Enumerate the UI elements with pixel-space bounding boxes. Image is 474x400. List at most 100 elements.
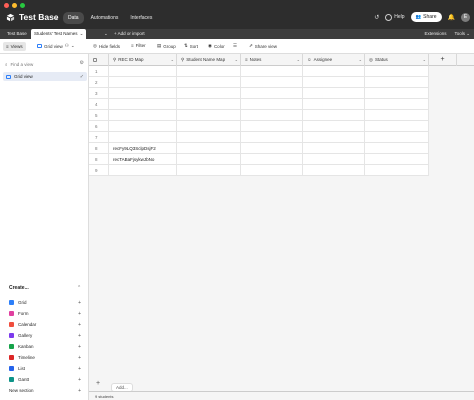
sort-button[interactable]: ⇅ Sort <box>184 43 198 49</box>
tab-test-base[interactable]: Test Base <box>4 29 30 39</box>
create-kanban-view[interactable]: Kanban + <box>0 341 89 352</box>
chevron-down-icon[interactable]: ⌄ <box>423 54 426 66</box>
base-title[interactable]: Test Base <box>19 12 59 22</box>
create-gallery-view[interactable]: Gallery + <box>0 330 89 341</box>
nav-interfaces[interactable]: Interfaces <box>125 12 157 24</box>
views-toggle-button[interactable]: ≡ Views <box>3 42 26 51</box>
cell-status[interactable] <box>365 121 429 132</box>
find-view-input[interactable]: Find a view <box>11 62 34 67</box>
avatar[interactable]: E <box>461 12 470 22</box>
close-window-button[interactable] <box>4 3 9 8</box>
tab-students-test-names[interactable]: Students' Test Names ⌄ <box>31 29 87 39</box>
maximize-window-button[interactable] <box>20 3 25 8</box>
cell-student-name[interactable] <box>177 66 241 77</box>
create-timeline-view[interactable]: Timeline + <box>0 352 89 363</box>
add-field-button[interactable]: + <box>429 54 457 66</box>
tab-dropdown-icon[interactable]: ⌄ <box>104 29 108 39</box>
cell-assignee[interactable] <box>303 154 365 165</box>
cell-notes[interactable] <box>241 165 303 176</box>
cell-student-name[interactable] <box>177 132 241 143</box>
add-record-plus-icon[interactable]: + <box>96 380 100 387</box>
table-row[interactable]: 6 <box>89 121 429 132</box>
chevron-up-icon[interactable]: ⌃ <box>77 285 81 291</box>
cell-rec-id[interactable] <box>109 132 177 143</box>
cell-status[interactable] <box>365 99 429 110</box>
help-button[interactable]: Help <box>385 13 405 21</box>
chevron-down-icon[interactable]: ⌄ <box>297 54 300 66</box>
cell-status[interactable] <box>365 143 429 154</box>
cell-rec-id[interactable] <box>109 77 177 88</box>
cell-assignee[interactable] <box>303 99 365 110</box>
cell-student-name[interactable] <box>177 88 241 99</box>
column-header-assignee[interactable]: ☺ Assignee ⌄ <box>303 54 365 66</box>
table-row[interactable]: 4 <box>89 99 429 110</box>
chevron-down-icon[interactable]: ⌄ <box>80 31 84 36</box>
row-height-button[interactable]: ☰ <box>233 43 237 49</box>
share-button[interactable]: 👥 Share <box>410 12 442 22</box>
cell-assignee[interactable] <box>303 110 365 121</box>
cell-status[interactable] <box>365 66 429 77</box>
cell-rec-id[interactable] <box>109 88 177 99</box>
cell-rec-id[interactable] <box>109 99 177 110</box>
find-view-search[interactable]: ⌕ Find a view ⚙ <box>5 60 84 68</box>
tools-button[interactable]: Tools ⌄ <box>454 29 470 39</box>
table-row[interactable]: 9 <box>89 165 429 176</box>
cell-rec-id[interactable] <box>109 165 177 176</box>
create-new-section[interactable]: New section + <box>0 385 89 396</box>
nav-automations[interactable]: Automations <box>86 12 124 24</box>
table-row[interactable]: 5 <box>89 110 429 121</box>
cell-student-name[interactable] <box>177 165 241 176</box>
cell-rec-id[interactable] <box>109 121 177 132</box>
cell-student-name[interactable] <box>177 154 241 165</box>
cell-notes[interactable] <box>241 132 303 143</box>
view-switcher[interactable]: Grid view ⚇ ⌄ <box>37 43 75 49</box>
cell-assignee[interactable] <box>303 143 365 154</box>
table-row[interactable]: 2 <box>89 77 429 88</box>
cell-rec-id[interactable] <box>109 66 177 77</box>
cell-notes[interactable] <box>241 121 303 132</box>
cell-status[interactable] <box>365 132 429 143</box>
cell-status[interactable] <box>365 154 429 165</box>
cell-notes[interactable] <box>241 77 303 88</box>
create-gantt-view[interactable]: Gantt + <box>0 374 89 385</box>
cell-assignee[interactable] <box>303 88 365 99</box>
cell-assignee[interactable] <box>303 165 365 176</box>
minimize-window-button[interactable] <box>12 3 17 8</box>
table-row[interactable]: 8 recFy9LQ3SclpDsjF2 <box>89 143 429 154</box>
cell-student-name[interactable] <box>177 77 241 88</box>
cell-rec-id[interactable] <box>109 110 177 121</box>
cell-assignee[interactable] <box>303 132 365 143</box>
cell-student-name[interactable] <box>177 99 241 110</box>
cell-student-name[interactable] <box>177 110 241 121</box>
table-row[interactable]: 1 <box>89 66 429 77</box>
gear-icon[interactable]: ⚙ <box>80 60 84 66</box>
cell-status[interactable] <box>365 77 429 88</box>
chevron-down-icon[interactable]: ⌄ <box>359 54 362 66</box>
column-header-rec-id-map[interactable]: ⚲ REC ID Map ⌄ <box>109 54 177 66</box>
nav-data[interactable]: Data <box>63 12 84 24</box>
cell-notes[interactable] <box>241 154 303 165</box>
create-grid-view[interactable]: Grid + <box>0 297 89 308</box>
cell-student-name[interactable] <box>177 143 241 154</box>
color-button[interactable]: ◉ Color <box>208 43 225 49</box>
cell-notes[interactable] <box>241 66 303 77</box>
cell-assignee[interactable] <box>303 66 365 77</box>
history-icon[interactable]: ↺ <box>374 14 379 21</box>
extensions-button[interactable]: Extensions <box>424 29 446 39</box>
cell-assignee[interactable] <box>303 77 365 88</box>
table-row[interactable]: 7 <box>89 132 429 143</box>
column-header-notes[interactable]: ≡ Notes ⌄ <box>241 54 303 66</box>
hide-fields-button[interactable]: ◎ Hide fields <box>93 43 120 49</box>
cell-rec-id[interactable]: recTABaFjsykwJbNo <box>109 154 177 165</box>
share-view-button[interactable]: ⇗ Share view <box>249 43 277 49</box>
column-header-student-name-map[interactable]: ⚲ Student Name Map ⌄ <box>177 54 241 66</box>
cell-student-name[interactable] <box>177 121 241 132</box>
group-button[interactable]: ▤ Group <box>157 43 176 49</box>
table-row[interactable]: 8 recTABaFjsykwJbNo <box>89 154 429 165</box>
add-or-import-button[interactable]: + Add or import <box>114 29 145 39</box>
cell-assignee[interactable] <box>303 121 365 132</box>
filter-button[interactable]: ≡ Filter <box>131 43 146 48</box>
table-row[interactable]: 3 <box>89 88 429 99</box>
cell-rec-id[interactable]: recFy9LQ3SclpDsjF2 <box>109 143 177 154</box>
create-calendar-view[interactable]: Calendar + <box>0 319 89 330</box>
